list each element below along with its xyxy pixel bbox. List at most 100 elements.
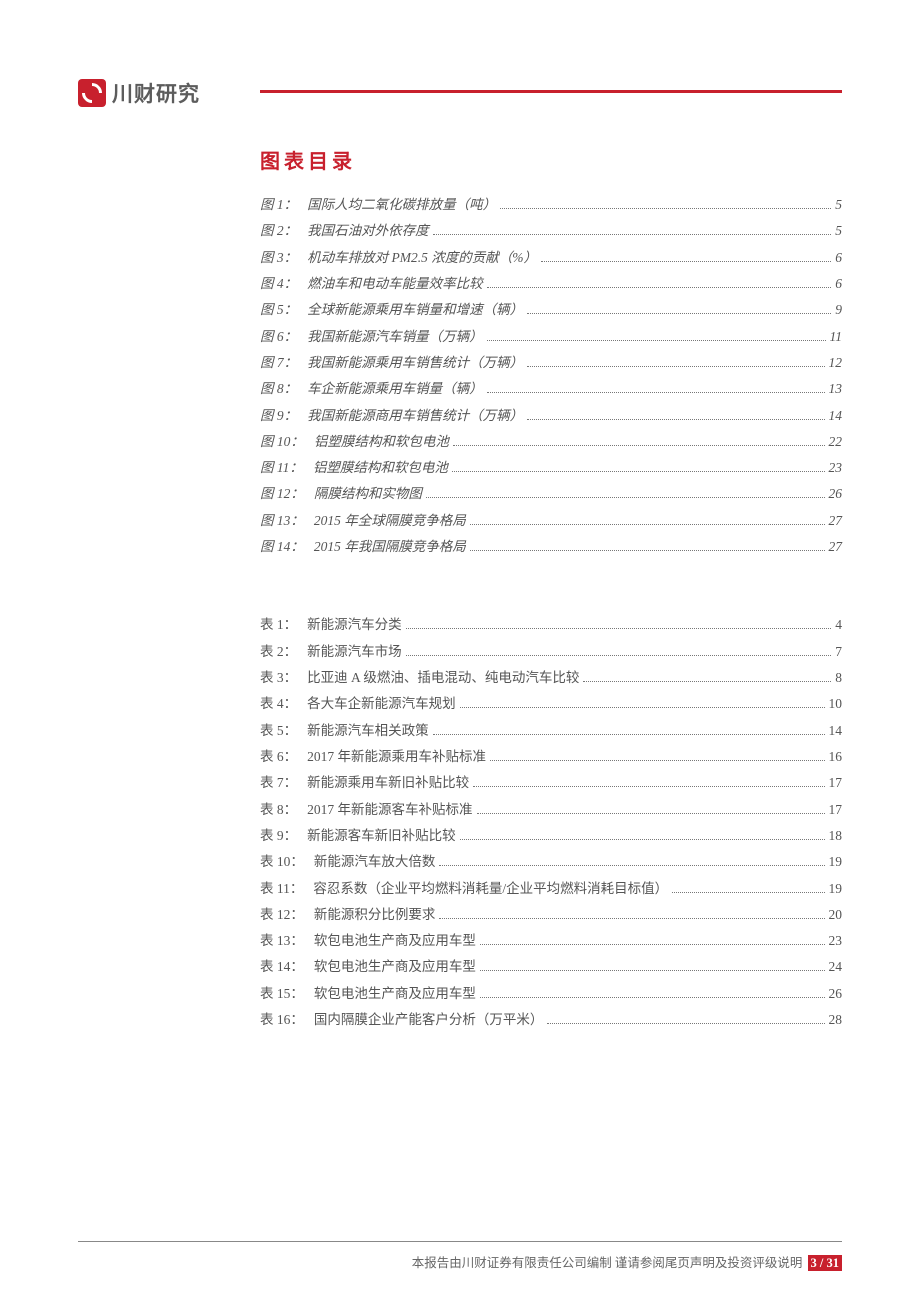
- toc-entry: 图 12：隔膜结构和实物图26: [260, 481, 842, 507]
- toc-entry-text: 软包电池生产商及应用车型: [314, 954, 476, 980]
- toc-entry-text: 2017 年新能源乘用车补贴标准: [307, 744, 486, 770]
- toc-entry-text: 燃油车和电动车能量效率比较: [307, 271, 483, 297]
- toc-entry-label: 表 4：: [260, 691, 307, 717]
- toc-entry-page: 27: [829, 534, 843, 560]
- toc-leader-dots: [460, 707, 825, 708]
- toc-leader-dots: [477, 813, 825, 814]
- toc-entry-page: 23: [829, 928, 843, 954]
- toc-entry-page: 6: [835, 245, 842, 271]
- toc-entry: 表 9：新能源客车新旧补贴比较18: [260, 823, 842, 849]
- toc-entry-label: 图 5：: [260, 297, 307, 323]
- toc-entry-page: 24: [829, 954, 843, 980]
- toc-entry: 表 3：比亚迪 A 级燃油、插电混动、纯电动汽车比较8: [260, 665, 842, 691]
- footer-rule: [78, 1241, 842, 1242]
- toc-entry-label: 表 15：: [260, 981, 314, 1007]
- toc-entry-label: 图 10：: [260, 429, 314, 455]
- toc-entry-text: 铝塑膜结构和软包电池: [314, 429, 449, 455]
- toc-entry-text: 我国新能源商用车销售统计（万辆）: [307, 403, 523, 429]
- toc-entry-text: 软包电池生产商及应用车型: [314, 981, 476, 1007]
- toc-entry-text: 新能源客车新旧补贴比较: [307, 823, 456, 849]
- toc-entry: 图 9：我国新能源商用车销售统计（万辆） 14: [260, 403, 842, 429]
- toc-entry-label: 表 12：: [260, 902, 314, 928]
- toc-entry-label: 表 8：: [260, 797, 307, 823]
- toc-leader-dots: [527, 313, 831, 314]
- toc-leader-dots: [480, 970, 825, 971]
- toc-entry: 表 5：新能源汽车相关政策14: [260, 718, 842, 744]
- toc-entry-text: 新能源汽车市场: [307, 639, 402, 665]
- toc-entry: 表 7：新能源乘用车新旧补贴比较17: [260, 770, 842, 796]
- toc-entry-page: 10: [829, 691, 843, 717]
- toc-entry-page: 27: [829, 508, 843, 534]
- toc-entry: 图 10：铝塑膜结构和软包电池22: [260, 429, 842, 455]
- toc-leader-dots: [473, 786, 824, 787]
- toc-entry: 表 16：国内隔膜企业产能客户分析（万平米）28: [260, 1007, 842, 1033]
- toc-entry-text: 新能源汽车放大倍数: [314, 849, 436, 875]
- brand-icon: [78, 79, 106, 107]
- toc-entry-label: 图 8：: [260, 376, 307, 402]
- toc-entry-label: 图 11：: [260, 455, 313, 481]
- toc-entry: 图 4：燃油车和电动车能量效率比较6: [260, 271, 842, 297]
- toc-entry-page: 17: [829, 797, 843, 823]
- toc-entry: 表 1：新能源汽车分类4: [260, 612, 842, 638]
- toc-entry-text: 2015 年全球隔膜竞争格局: [314, 508, 466, 534]
- toc-entry-text: 铝塑膜结构和软包电池: [313, 455, 448, 481]
- toc-leader-dots: [426, 497, 825, 498]
- toc-entry-page: 16: [829, 744, 843, 770]
- toc-leader-dots: [470, 524, 825, 525]
- toc-entry-text: 软包电池生产商及应用车型: [314, 928, 476, 954]
- toc-entry: 表 14：软包电池生产商及应用车型24: [260, 954, 842, 980]
- toc-leader-dots: [672, 892, 824, 893]
- brand-text: 川财研究: [112, 78, 200, 108]
- toc-entry-page: 4: [835, 612, 842, 638]
- toc-entry-text: 我国石油对外依存度: [307, 218, 429, 244]
- page-total: 31: [827, 1256, 840, 1270]
- toc-entry-page: 13: [829, 376, 843, 402]
- toc-leader-dots: [480, 944, 825, 945]
- toc-leader-dots: [487, 287, 832, 288]
- toc-leader-dots: [500, 208, 831, 209]
- toc-leader-dots: [490, 760, 825, 761]
- toc-entry-label: 图 13：: [260, 508, 314, 534]
- toc-leader-dots: [487, 392, 825, 393]
- toc-entry-page: 28: [829, 1007, 843, 1033]
- toc-entry-text: 新能源乘用车新旧补贴比较: [307, 770, 469, 796]
- toc-leader-dots: [453, 445, 825, 446]
- toc-entry-text: 新能源积分比例要求: [314, 902, 436, 928]
- toc-entry-page: 5: [835, 192, 842, 218]
- content-area: 图表目录 图 1：国际人均二氧化碳排放量（吨）5图 2：我国石油对外依存度5图 …: [260, 145, 842, 1033]
- toc-entry-page: 23: [829, 455, 843, 481]
- toc-entry-label: 表 3：: [260, 665, 307, 691]
- toc-leader-dots: [439, 865, 824, 866]
- tables-list: 表 1：新能源汽车分类4表 2：新能源汽车市场7表 3：比亚迪 A 级燃油、插电…: [260, 612, 842, 1033]
- toc-entry-text: 机动车排放对 PM2.5 浓度的贡献（%）: [307, 245, 537, 271]
- toc-entry-text: 新能源汽车分类: [307, 612, 402, 638]
- page-sep: /: [817, 1256, 827, 1270]
- toc-entry-text: 新能源汽车相关政策: [307, 718, 429, 744]
- toc-entry-label: 图 9：: [260, 403, 307, 429]
- toc-entry: 表 12：新能源积分比例要求 20: [260, 902, 842, 928]
- toc-entry-page: 14: [829, 403, 843, 429]
- toc-entry-label: 图 14：: [260, 534, 314, 560]
- toc-entry-label: 图 1：: [260, 192, 307, 218]
- toc-entry-text: 2017 年新能源客车补贴标准: [307, 797, 472, 823]
- page-indicator: 3 / 31: [808, 1255, 842, 1271]
- toc-leader-dots: [527, 419, 824, 420]
- header-rule: [260, 90, 842, 93]
- toc-entry-label: 表 2：: [260, 639, 307, 665]
- toc-entry-label: 表 6：: [260, 744, 307, 770]
- footer: 本报告由川财证券有限责任公司编制 谨请参阅尾页声明及投资评级说明 3 / 31: [78, 1241, 842, 1271]
- figures-list: 图 1：国际人均二氧化碳排放量（吨）5图 2：我国石油对外依存度5图 3：机动车…: [260, 192, 842, 560]
- toc-entry-page: 26: [829, 481, 843, 507]
- toc-leader-dots: [541, 261, 831, 262]
- toc-entry: 图 11：铝塑膜结构和软包电池 23: [260, 455, 842, 481]
- toc-entry-page: 19: [829, 876, 843, 902]
- toc-entry: 表 6：2017 年新能源乘用车补贴标准 16: [260, 744, 842, 770]
- toc-entry-label: 图 4：: [260, 271, 307, 297]
- toc-entry: 图 5：全球新能源乘用车销量和增速（辆）9: [260, 297, 842, 323]
- toc-entry-label: 图 12：: [260, 481, 314, 507]
- toc-entry-label: 表 13：: [260, 928, 314, 954]
- toc-leader-dots: [406, 628, 832, 629]
- toc-entry-page: 20: [829, 902, 843, 928]
- toc-entry-label: 表 10：: [260, 849, 314, 875]
- toc-entry-page: 5: [835, 218, 842, 244]
